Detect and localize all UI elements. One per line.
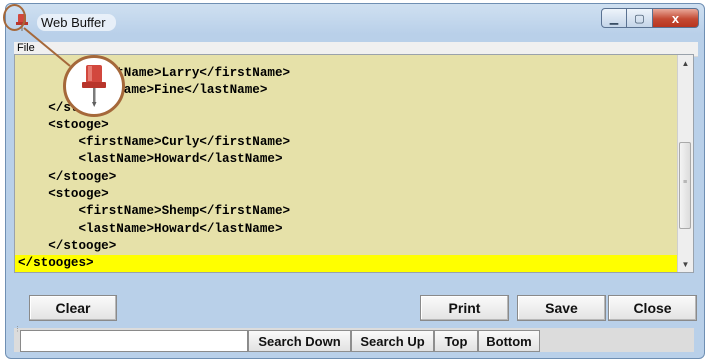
vertical-scrollbar[interactable]: ▲ ≡ ▼ bbox=[677, 55, 693, 272]
close-icon: x bbox=[671, 10, 680, 26]
scroll-thumb[interactable]: ≡ bbox=[679, 142, 691, 229]
code-line[interactable]: <lastName>Howard</lastName> bbox=[15, 151, 681, 168]
close-button[interactable]: Close bbox=[608, 295, 697, 321]
code-line[interactable]: </stooge> bbox=[15, 238, 681, 255]
print-button[interactable]: Print bbox=[420, 295, 509, 321]
icon-highlight-ring bbox=[3, 4, 26, 31]
title-bar[interactable]: Web Buffer ▁ ▢ x bbox=[6, 4, 704, 38]
save-button[interactable]: Save bbox=[517, 295, 606, 321]
code-line[interactable]: <stooge> bbox=[15, 117, 681, 134]
search-down-button[interactable]: Search Down bbox=[248, 330, 351, 352]
search-bar: ⋮ Search Down Search Up Top Bottom bbox=[14, 326, 694, 352]
scroll-up-arrow-icon[interactable]: ▲ bbox=[678, 55, 693, 71]
code-line-highlighted[interactable]: </stooges> bbox=[15, 255, 681, 272]
minimize-icon: ▁ bbox=[609, 12, 619, 25]
maximize-button[interactable]: ▢ bbox=[627, 8, 653, 28]
minimize-button[interactable]: ▁ bbox=[601, 8, 627, 28]
top-button[interactable]: Top bbox=[434, 330, 478, 352]
scroll-down-arrow-icon[interactable]: ▼ bbox=[678, 256, 693, 272]
close-window-button[interactable]: x bbox=[653, 8, 699, 28]
window-title: Web Buffer bbox=[37, 14, 116, 31]
pushpin-magnifier bbox=[63, 55, 125, 117]
maximize-icon: ▢ bbox=[634, 12, 645, 25]
code-line[interactable]: <firstName>Curly</firstName> bbox=[15, 134, 681, 151]
code-line[interactable]: <firstName>Shemp</firstName> bbox=[15, 203, 681, 220]
search-up-button[interactable]: Search Up bbox=[351, 330, 434, 352]
menu-file[interactable]: File bbox=[17, 42, 35, 54]
pushpin-icon bbox=[82, 65, 106, 107]
search-input[interactable] bbox=[20, 330, 248, 352]
code-line[interactable]: </stooge> bbox=[15, 169, 681, 186]
code-line[interactable]: <stooge> bbox=[15, 186, 681, 203]
grip-icon: ≡ bbox=[682, 179, 688, 186]
grip-icon: ⋮ bbox=[14, 326, 21, 333]
bottom-button[interactable]: Bottom bbox=[478, 330, 540, 352]
clear-button[interactable]: Clear bbox=[29, 295, 117, 321]
code-line[interactable]: <lastName>Howard</lastName> bbox=[15, 221, 681, 238]
